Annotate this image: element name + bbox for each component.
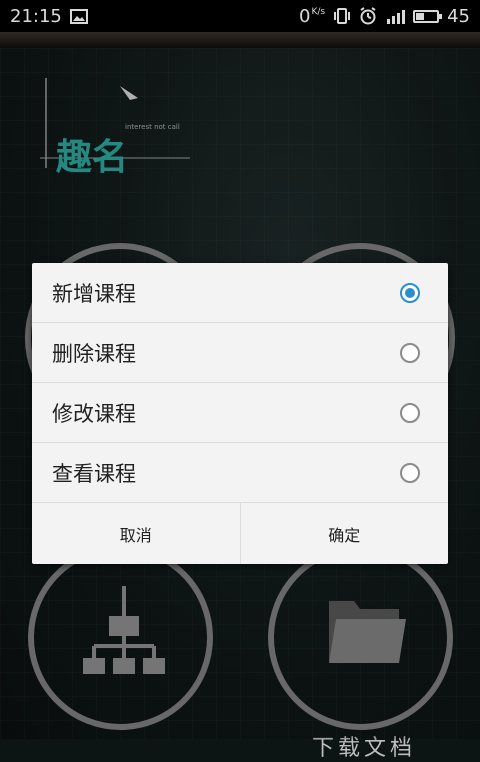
- option-label: 修改课程: [52, 401, 136, 426]
- cancel-button[interactable]: 取消: [32, 503, 240, 564]
- radio-delete-course[interactable]: [400, 342, 420, 363]
- option-label: 新增课程: [52, 281, 136, 306]
- dialog-buttons: 取消 确定: [32, 503, 448, 564]
- radio-view-course[interactable]: [400, 462, 420, 483]
- option-delete-course[interactable]: 删除课程: [32, 323, 448, 383]
- radio-edit-course[interactable]: [400, 402, 420, 423]
- option-edit-course[interactable]: 修改课程: [32, 383, 448, 443]
- course-action-dialog: 新增课程 删除课程 修改课程 查看课程 取消 确定: [32, 263, 448, 564]
- option-label: 查看课程: [52, 461, 136, 486]
- radio-add-course[interactable]: [400, 282, 420, 303]
- option-label: 删除课程: [52, 341, 136, 366]
- option-add-course[interactable]: 新增课程: [32, 263, 448, 323]
- confirm-button[interactable]: 确定: [239, 503, 449, 564]
- option-view-course[interactable]: 查看课程: [32, 443, 448, 503]
